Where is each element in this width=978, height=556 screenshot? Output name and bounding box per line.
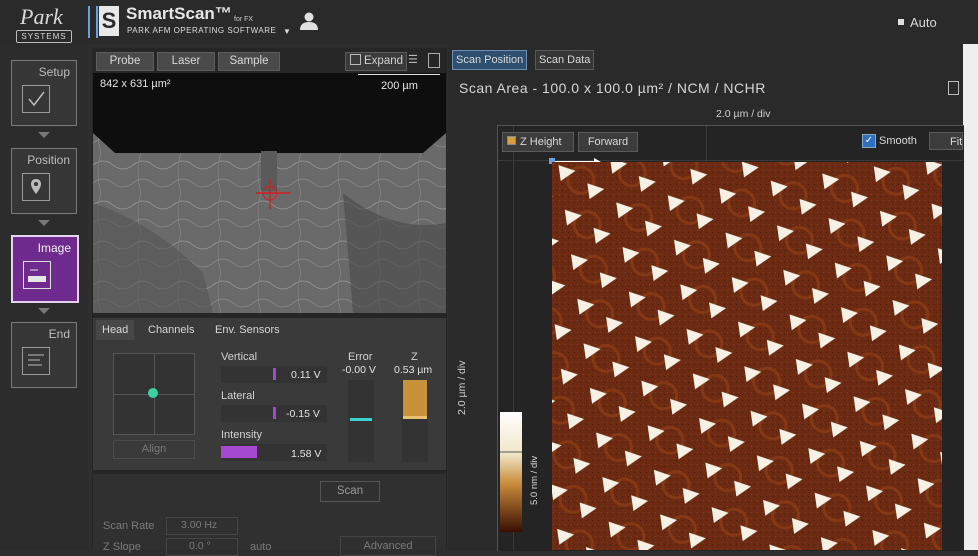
camera-scale-label: 200 µm <box>381 80 418 92</box>
tab-scan-position[interactable]: Scan Position <box>452 50 528 70</box>
z-slope-value: 0.0 ° <box>189 540 211 552</box>
z-slope-mode[interactable]: auto <box>250 541 271 553</box>
fit-button[interactable]: Fit <box>929 132 963 150</box>
align-button[interactable]: Align <box>113 440 195 459</box>
chevron-down-icon <box>38 308 50 314</box>
tab-laser[interactable]: Laser <box>157 52 215 71</box>
smartscan-bars-icon <box>88 6 98 38</box>
workflow-sidebar: Setup Position Image End <box>0 44 88 550</box>
chevron-down-icon[interactable]: ▼ <box>283 27 291 36</box>
x-scale-label: 2.0 µm / div <box>716 108 771 120</box>
report-icon <box>22 347 50 375</box>
z-value: 0.53 µm <box>394 364 433 376</box>
tab-env-sensors[interactable]: Env. Sensors <box>209 320 286 340</box>
step-position-label: Position <box>27 153 70 167</box>
align-label: Align <box>141 443 167 455</box>
advanced-label: Advanced <box>363 540 413 552</box>
scan-area-title: Scan Area - 100.0 x 100.0 µm² / NCM / NC… <box>459 80 766 96</box>
laser-spot-icon <box>148 388 158 398</box>
vertical-value: 0.11 V <box>291 369 321 381</box>
smooth-label: Smooth <box>879 135 917 147</box>
chevron-down-icon <box>38 132 50 138</box>
channel-selector[interactable]: Z Height <box>502 132 574 152</box>
y-scale-label: 2.0 µm / div <box>456 360 468 415</box>
scale-bar <box>358 74 440 75</box>
expand-icon <box>350 54 361 65</box>
lateral-value: -0.15 V <box>286 408 320 420</box>
scan-button-label: Scan <box>336 485 364 497</box>
scan-button[interactable]: Scan <box>320 481 380 502</box>
camera-fov-label: 842 x 631 µm² <box>100 78 171 90</box>
expand-label: Expand <box>364 55 404 67</box>
step-end[interactable]: End <box>11 322 77 388</box>
error-label: Error <box>348 351 373 363</box>
error-value: -0.00 V <box>342 364 376 376</box>
z-label: Z <box>411 351 418 363</box>
app-subtitle[interactable]: PARK AFM OPERATING SOFTWARE <box>127 26 276 35</box>
right-edge-panel <box>963 44 978 550</box>
settings-sliders-icon[interactable]: ☰ <box>408 53 418 66</box>
z-slope-label: Z Slope <box>103 541 141 553</box>
step-position[interactable]: Position <box>11 148 77 214</box>
tab-scan-data[interactable]: Scan Data <box>535 50 595 70</box>
channel-label: Z Height <box>520 136 562 148</box>
intensity-value: 1.58 V <box>291 448 322 460</box>
error-meter <box>348 380 374 462</box>
advanced-button[interactable]: Advanced <box>340 536 436 556</box>
direction-selector[interactable]: Forward <box>578 132 638 152</box>
tab-probe[interactable]: Probe <box>96 52 154 71</box>
expand-button[interactable]: Expand <box>345 52 407 71</box>
color-scale-bar <box>500 412 522 532</box>
scan-rate-input[interactable]: 3.00 Hz <box>166 517 238 535</box>
smartscan-s-icon: S <box>99 6 119 36</box>
channel-color-icon <box>507 136 516 145</box>
smooth-checkbox[interactable]: ✓ <box>862 134 876 148</box>
step-end-label: End <box>48 327 70 341</box>
auto-mode-label[interactable]: Auto <box>910 15 937 30</box>
vertical-label: Vertical <box>221 351 258 363</box>
color-scale-label: 5.0 nm / div <box>529 455 540 505</box>
step-image[interactable]: Image <box>11 235 79 303</box>
tab-sample[interactable]: Sample <box>218 52 280 71</box>
z-meter <box>402 380 428 462</box>
app-title: SmartScan™ <box>126 4 232 23</box>
step-setup-label: Setup <box>38 65 70 79</box>
lateral-label: Lateral <box>221 390 255 402</box>
step-image-label: Image <box>37 241 71 255</box>
chevron-down-icon <box>38 220 50 226</box>
intensity-label: Intensity <box>221 429 262 441</box>
tab-channels[interactable]: Channels <box>142 320 200 340</box>
app-for-label: for FX <box>234 16 254 23</box>
checkmark-icon <box>22 85 50 113</box>
clipboard-icon[interactable] <box>948 81 959 95</box>
user-icon[interactable] <box>299 11 319 31</box>
scan-rate-value: 3.00 Hz <box>181 519 218 531</box>
logo-text: Park <box>20 4 63 29</box>
park-systems-logo: Park SYSTEMS <box>16 4 74 43</box>
tab-head[interactable]: Head <box>96 320 135 340</box>
clipboard-icon[interactable] <box>428 53 440 68</box>
z-slope-input[interactable]: 0.0 ° <box>166 538 238 556</box>
laser-position-target <box>113 353 195 435</box>
camera-view[interactable] <box>93 73 446 313</box>
image-icon <box>23 261 51 289</box>
scan-rate-label: Scan Rate <box>103 520 155 532</box>
location-pin-icon <box>22 173 50 201</box>
step-setup[interactable]: Setup <box>11 60 77 126</box>
logo-systems-text: SYSTEMS <box>16 30 72 43</box>
auto-indicator-icon <box>898 19 904 25</box>
intensity-fill <box>221 446 257 458</box>
afm-topography-image[interactable] <box>552 162 942 550</box>
